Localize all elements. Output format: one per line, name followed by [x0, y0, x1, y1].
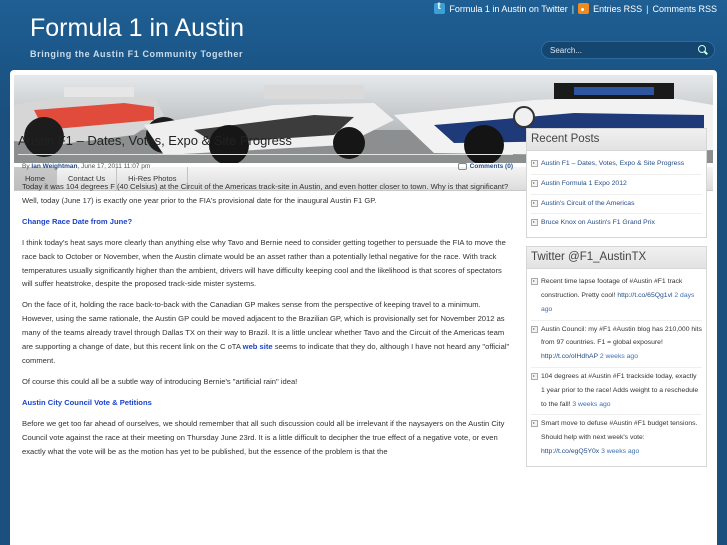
tweet-link[interactable]: http://t.co/egQ5Y0x	[541, 448, 599, 455]
tweet-link[interactable]: http://t.co/oIHdhAP	[541, 353, 598, 360]
paragraph: Of course this could all be a subtle way…	[22, 376, 298, 386]
post: Austin F1 – Dates, Votes, Expo & Site Pr…	[18, 133, 513, 465]
post-body: Today it was 104 degrees F (40 Celsius) …	[18, 180, 513, 458]
separator: |	[646, 3, 649, 14]
twitter-icon[interactable]	[434, 1, 446, 14]
search-icon[interactable]	[698, 45, 708, 55]
tweet-time[interactable]: 3 weeks ago	[601, 448, 639, 455]
recent-posts-widget: Recent Posts Austin F1 – Dates, Votes, E…	[526, 128, 707, 239]
tweet-time[interactable]: 2 weeks ago	[600, 353, 638, 360]
tweet: 104 degrees at #Austin #F1 trackside tod…	[531, 368, 702, 416]
site-title[interactable]: Formula 1 in Austin	[30, 14, 244, 43]
post-date: , June 17, 2011 11:07 pm	[77, 163, 151, 170]
tweet-link[interactable]: http://t.co/65Qg1vl	[617, 292, 672, 299]
search-box	[541, 41, 715, 59]
widget-title: Twitter @F1_AustinTX	[527, 247, 706, 270]
top-links: Formula 1 in Austin on Twitter | Entries…	[434, 1, 717, 14]
tweet-text: 104 degrees at #Austin #F1 trackside tod…	[541, 372, 699, 408]
twitter-widget: Twitter @F1_AustinTX Recent time lapse f…	[526, 246, 707, 467]
widget-title: Recent Posts	[527, 129, 706, 151]
comments-rss-link[interactable]: Comments RSS	[652, 4, 717, 14]
subheading: Austin City Council Vote & Petitions	[22, 397, 152, 407]
web-site-link[interactable]: web site	[243, 342, 273, 351]
comments-count[interactable]: Comments (0)	[470, 163, 513, 170]
post-title[interactable]: Austin F1 – Dates, Votes, Expo & Site Pr…	[18, 133, 513, 155]
recent-post-link[interactable]: Bruce Knox on Austin's F1 Grand Prix	[531, 214, 702, 233]
subheading: Change Race Date from June?	[22, 216, 133, 226]
rss-icon[interactable]	[578, 3, 590, 14]
post-meta: By Ian Weightman, June 17, 2011 11:07 pm…	[18, 163, 513, 170]
comment-bubble-icon	[457, 163, 467, 170]
recent-post-link[interactable]: Austin's Circuit of the Americas	[531, 195, 702, 215]
site-tagline: Bringing the Austin F1 Community Togethe…	[30, 49, 244, 59]
sidebar: Recent Posts Austin F1 – Dates, Votes, E…	[526, 128, 707, 475]
tweet: Smart move to defuse #Austin #F1 budget …	[531, 415, 702, 461]
tweet-text: Smart move to defuse #Austin #F1 budget …	[541, 420, 698, 442]
paragraph: Today it was 104 degrees F (40 Celsius) …	[22, 182, 509, 205]
separator: |	[571, 3, 575, 14]
recent-post-link[interactable]: Austin F1 – Dates, Votes, Expo & Site Pr…	[531, 155, 702, 175]
search-input[interactable]	[550, 45, 698, 55]
tweet-time[interactable]: 3 weeks ago	[572, 401, 610, 408]
tweet-text: Austin Council: my #F1 #Austin blog has …	[541, 325, 702, 347]
twitter-link[interactable]: Formula 1 in Austin on Twitter	[449, 4, 567, 14]
entries-rss-link[interactable]: Entries RSS	[593, 4, 642, 14]
paragraph: I think today's heat says more clearly t…	[22, 237, 506, 289]
paragraph: On the face of it, holding the race back…	[22, 298, 513, 368]
tweet: Recent time lapse footage of #Austin #F1…	[531, 273, 702, 321]
tweet: Austin Council: my #F1 #Austin blog has …	[531, 321, 702, 368]
post-author[interactable]: Ian Weightman	[31, 163, 77, 170]
recent-post-link[interactable]: Austin Formula 1 Expo 2012	[531, 175, 702, 195]
paragraph: Before we get too far ahead of ourselves…	[22, 418, 505, 456]
post-by-label: By	[22, 163, 30, 170]
comments-link[interactable]: Comments (0)	[457, 163, 513, 170]
